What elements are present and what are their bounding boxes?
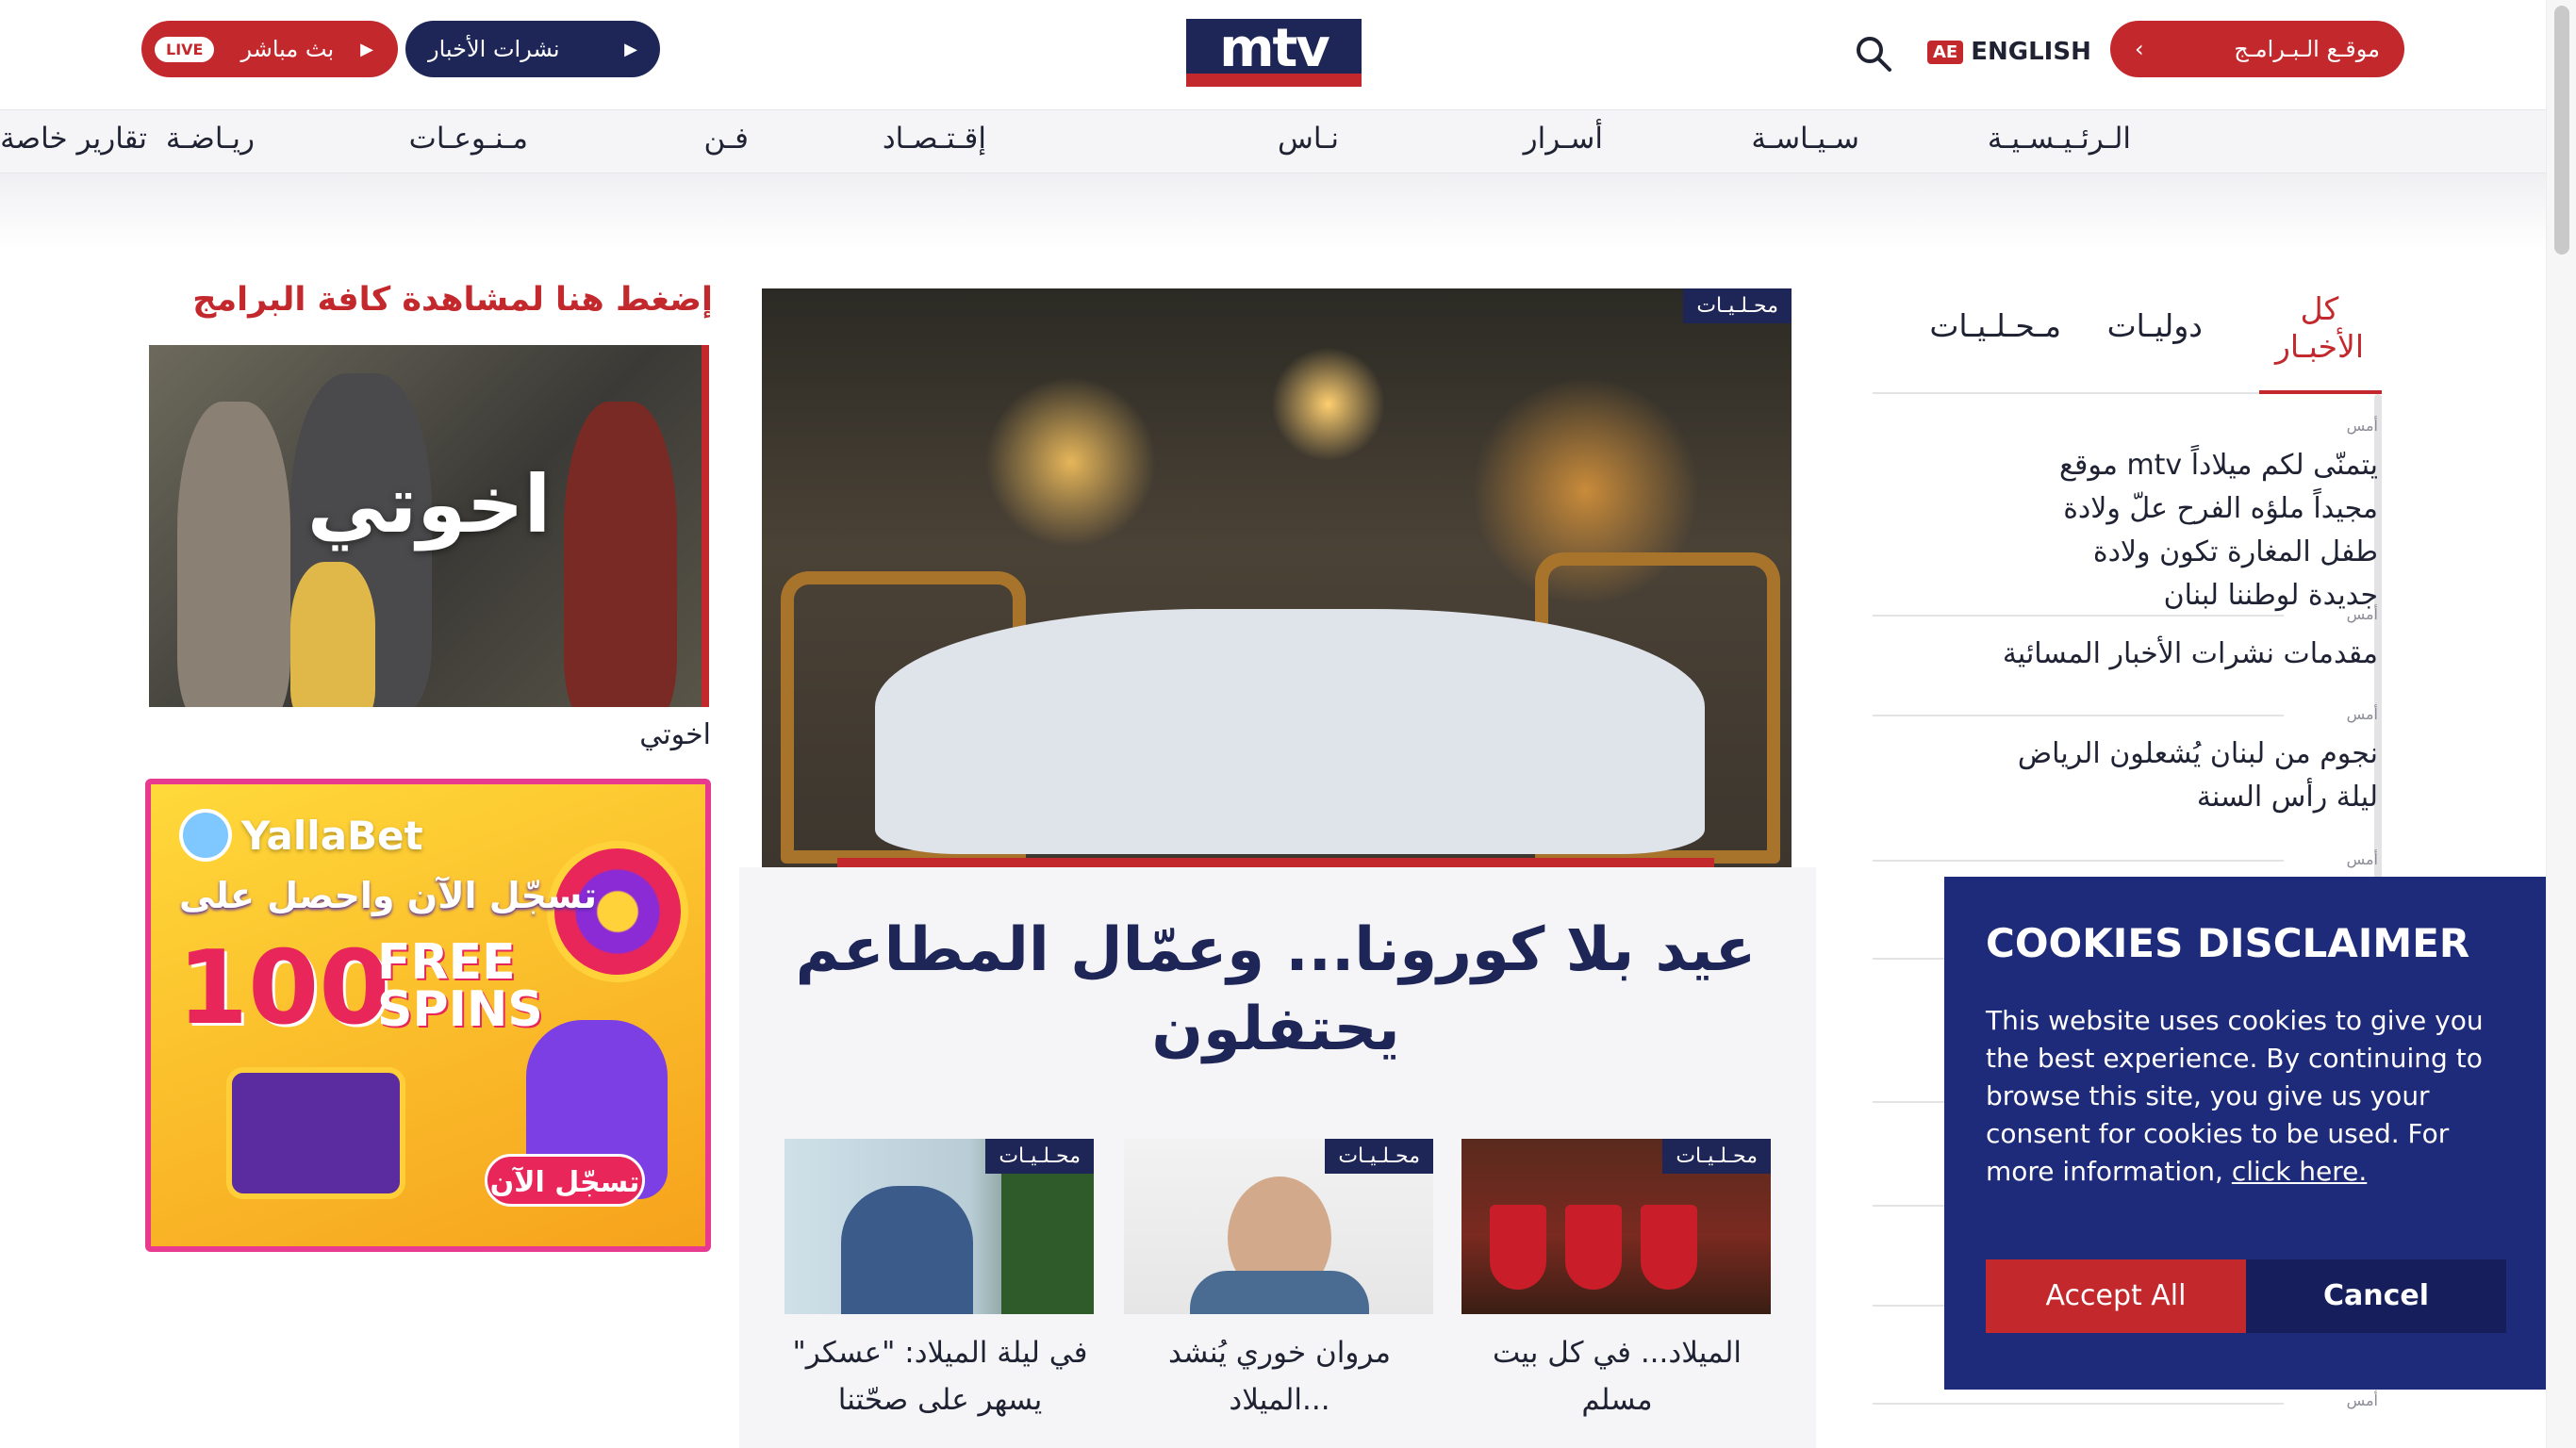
thumb-image-2[interactable]: محـلـيـات: [1124, 1139, 1433, 1314]
tab-all-news[interactable]: كل الأخبـار: [2254, 290, 2386, 366]
poster-accent-bar: [702, 345, 709, 707]
programs-site-label: موقـع الـبـرامـج: [2234, 36, 2380, 62]
nav-shadow: [0, 173, 2546, 249]
nav-item-special-reports[interactable]: تقارير خاصة: [0, 122, 147, 156]
news-title[interactable]: مقدمات نشرات الأخبار المسائية: [1873, 633, 2378, 676]
main-nav: الـرئـيـسـيـة سـيـاسـة أسـرار نـاس إقـتـ…: [0, 109, 2546, 173]
live-stream-label: بث مباشر: [240, 36, 335, 62]
thumb-category-tag[interactable]: محـلـيـات: [985, 1139, 1094, 1174]
cookie-disclaimer: COOKIES DISCLAIMER This website uses coo…: [1944, 877, 2548, 1390]
show-caption[interactable]: اخوتي: [151, 718, 711, 751]
cookie-title: COOKIES DISCLAIMER: [1986, 920, 2470, 966]
thumb-category-tag[interactable]: محـلـيـات: [1662, 1139, 1771, 1174]
news-time: أمس: [2346, 1391, 2378, 1409]
news-item[interactable]: أمس: [1873, 1391, 2378, 1419]
thumb-category-tag[interactable]: محـلـيـات: [1325, 1139, 1433, 1174]
live-stream-button[interactable]: LIVE بث مباشر ▶: [141, 21, 398, 77]
ad-brand-label: YallaBet: [241, 812, 423, 859]
tab-local[interactable]: مـحـلـيـات: [1929, 307, 2061, 344]
thumb-caption-2[interactable]: مروان خوري يُنشد الميلاد...: [1124, 1329, 1435, 1423]
news-item[interactable]: أمس: [1873, 850, 2378, 878]
stocking-icon: [1565, 1205, 1622, 1290]
ad-free-spins: FREE SPINS: [377, 934, 543, 1038]
nav-item-politics[interactable]: سـيـاسـة: [1751, 122, 1859, 156]
news-time: أمس: [2346, 605, 2378, 623]
news-time: أمس: [2346, 850, 2378, 868]
top-bar: LIVE بث مباشر ▶ نشرات الأخبار ▶ mtv AE E…: [0, 0, 2546, 109]
nav-item-people[interactable]: نـاس: [1278, 122, 1339, 156]
hero-category-tag[interactable]: محـلـيـات: [1683, 288, 1792, 323]
nav-item-home[interactable]: الـرئـيـسـيـة: [1988, 122, 2131, 156]
hero-accent-bar: [837, 858, 1714, 867]
news-tabs: كل الأخبـار دوليـات مـحـلـيـات: [1871, 283, 2386, 396]
poster-figure: [290, 562, 375, 707]
cancel-button[interactable]: Cancel: [2246, 1259, 2506, 1333]
news-title[interactable]: نجوم من لبنان يُشعلون الرياض ليلة رأس ال…: [1873, 732, 2378, 819]
news-item[interactable]: أمس مقدمات نشرات الأخبار المسائية: [1873, 605, 2378, 676]
news-bulletins-label: نشرات الأخبار: [428, 36, 560, 62]
language-badge: AE: [1927, 40, 1964, 64]
mtv-logo[interactable]: mtv: [1186, 19, 1362, 87]
nurse-figure: [841, 1186, 973, 1314]
language-switch[interactable]: AE ENGLISH: [1927, 38, 2091, 66]
yallabet-logo-icon: [179, 809, 232, 862]
news-bulletins-button[interactable]: نشرات الأخبار ▶: [405, 21, 660, 77]
language-label: ENGLISH: [1971, 38, 2091, 66]
accept-all-button[interactable]: Accept All: [1986, 1259, 2246, 1333]
programs-site-button[interactable]: ‹ موقـع الـبـرامـج: [2110, 21, 2404, 77]
ad-headline: تسجّل الآن واحصل على: [179, 875, 597, 916]
search-icon[interactable]: [1854, 34, 1893, 74]
news-time: أمس: [2346, 417, 2378, 435]
stocking-icon: [1641, 1205, 1697, 1290]
page-scrollbar-thumb[interactable]: [2554, 6, 2569, 255]
treasure-chest-icon: [226, 1067, 405, 1199]
all-programs-link[interactable]: إضغط هنا لمشاهدة كافة البرامج: [151, 281, 713, 319]
chevron-left-icon: ‹: [2135, 36, 2144, 62]
thumb-caption-3[interactable]: في ليلة الميلاد: "عسكر" يسهر على صحّتنا: [784, 1329, 1096, 1423]
news-title[interactable]: موقع mtv يتمنّى لكم ميلاداً مجيداً ملؤه …: [1873, 444, 2378, 617]
ad-brand: YallaBet: [179, 809, 423, 862]
play-icon: ▶: [360, 39, 373, 59]
hero-headline[interactable]: عيد بلا كورونا... وعمّال المطاعم يحتفلون: [773, 911, 1778, 1069]
nav-item-art[interactable]: فـن: [704, 122, 750, 156]
play-icon: ▶: [624, 39, 637, 59]
show-poster[interactable]: اخوتي: [149, 345, 709, 707]
ad-cta-button[interactable]: تسجّل الآن: [485, 1154, 645, 1207]
poster-figure: [564, 402, 677, 707]
nav-item-secrets[interactable]: أسـرار: [1524, 122, 1603, 156]
tree-shape: [1001, 1158, 1094, 1314]
yallabet-ad[interactable]: YallaBet تسجّل الآن واحصل على 100 FREE S…: [145, 779, 711, 1252]
stocking-icon: [1490, 1205, 1546, 1290]
person-shirt: [1190, 1271, 1369, 1314]
nav-item-variety[interactable]: مـنـوعـات: [409, 122, 528, 156]
nav-item-economy[interactable]: إقـتـصـاد: [883, 122, 986, 156]
ad-spins: SPINS: [377, 981, 543, 1038]
thumb-caption-1[interactable]: الميلاد... في كل بيت مسلم: [1461, 1329, 1773, 1423]
thumb-image-3[interactable]: محـلـيـات: [784, 1139, 1094, 1314]
poster-title: اخوتي: [306, 458, 552, 551]
table-shape: [875, 609, 1705, 854]
ad-free: FREE: [377, 934, 516, 991]
ad-number: 100: [177, 930, 390, 1047]
news-item[interactable]: أمس نجوم من لبنان يُشعلون الرياض ليلة رأ…: [1873, 705, 2378, 819]
mtv-logo-text: mtv: [1186, 19, 1362, 79]
nav-item-sports[interactable]: ريـاضـة: [166, 122, 255, 156]
hero-image[interactable]: محـلـيـات: [762, 288, 1792, 867]
thumb-image-1[interactable]: محـلـيـات: [1461, 1139, 1771, 1314]
active-tab-indicator: [2259, 390, 2382, 394]
news-item[interactable]: أمس موقع mtv يتمنّى لكم ميلاداً مجيداً م…: [1873, 417, 2378, 617]
cookie-more-info-link[interactable]: click here.: [2232, 1156, 2367, 1187]
live-badge: LIVE: [155, 36, 215, 62]
news-time: أمس: [2346, 705, 2378, 723]
poster-figure: [177, 402, 290, 707]
page-scrollbar[interactable]: [2546, 0, 2576, 1448]
cookie-body: This website uses cookies to give you th…: [1986, 1002, 2506, 1191]
tab-international[interactable]: دوليـات: [2107, 307, 2203, 344]
